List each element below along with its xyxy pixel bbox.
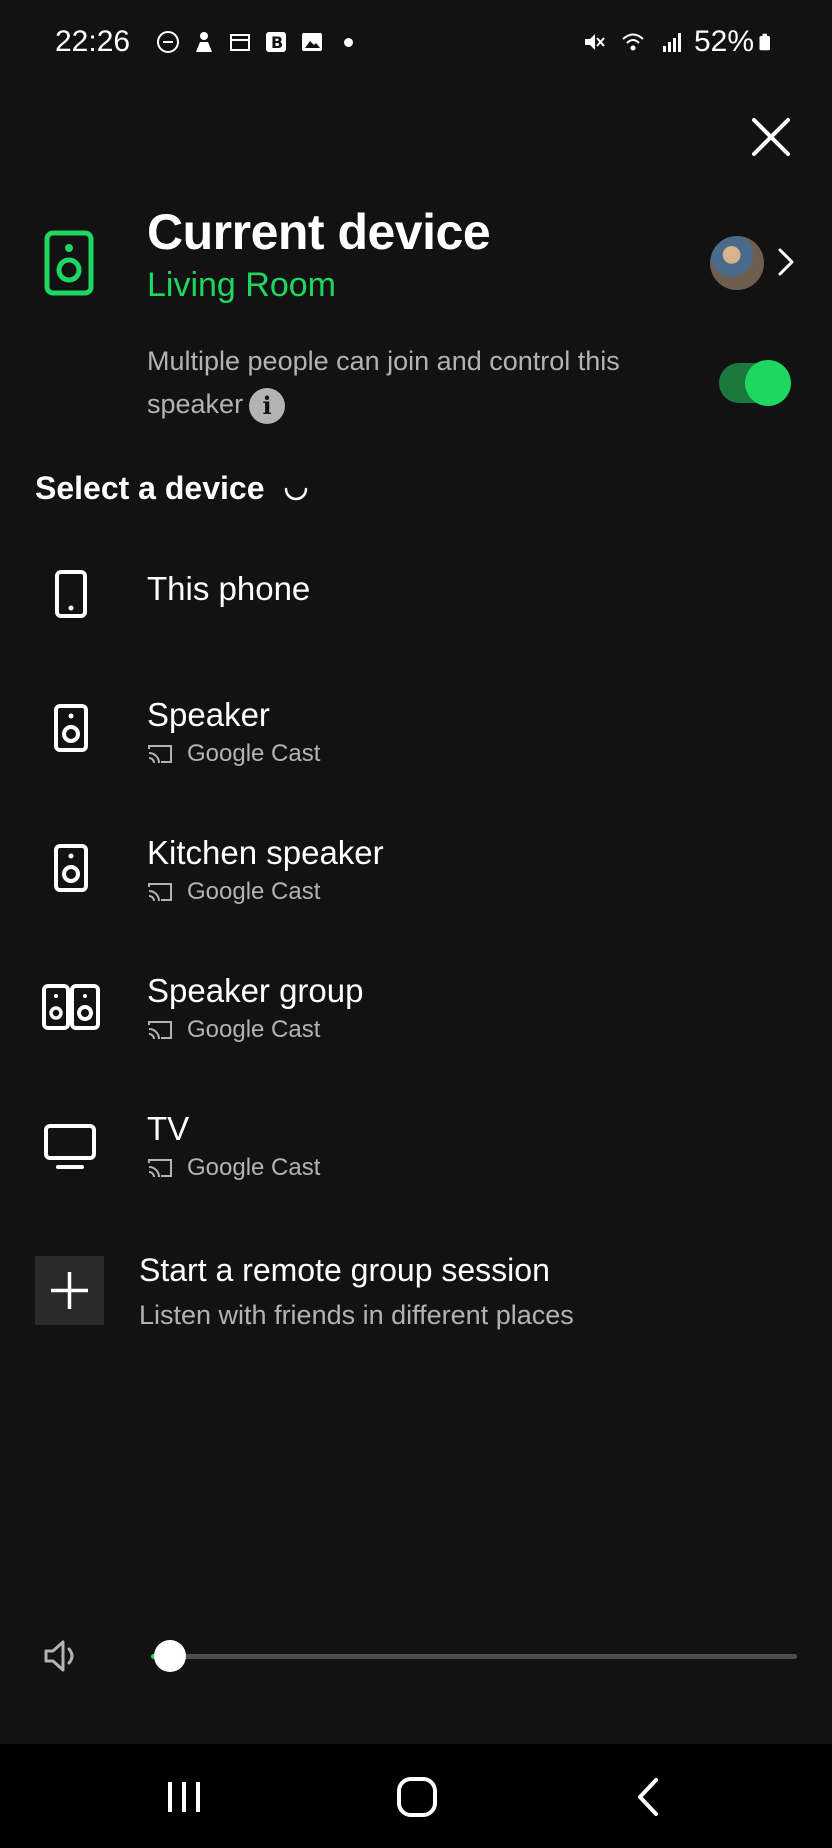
device-name: Speaker [147, 696, 270, 733]
signal-icon [662, 33, 681, 52]
cast-icon [148, 1159, 172, 1178]
speaker-group-icon [42, 984, 100, 1030]
device-connection: Google Cast [147, 740, 320, 768]
wifi-icon [622, 33, 644, 51]
loading-spinner-icon [285, 487, 308, 500]
device-name: This phone [147, 570, 311, 607]
phone-icon [55, 570, 87, 618]
status-right: 52% [570, 25, 776, 59]
back-icon[interactable] [626, 1774, 672, 1820]
remote-group-session-item[interactable]: Start a remote group session Listen with… [0, 1252, 832, 1342]
toggle-knob [745, 360, 791, 406]
select-device-label: Select a device [35, 470, 265, 506]
current-speaker-icon [44, 230, 94, 296]
info-icon[interactable]: i [249, 387, 286, 424]
battery-percentage: 52% [693, 25, 754, 58]
current-device-title: Current device [147, 204, 491, 260]
device-connection: Google Cast [147, 1154, 320, 1182]
device-name: Speaker group [147, 972, 364, 1009]
device-connection-label: Google Cast [187, 1016, 321, 1043]
remote-session-subtitle: Listen with friends in different places [139, 1300, 574, 1330]
cast-icon [148, 1021, 172, 1040]
tv-icon [44, 1124, 96, 1169]
device-item-tv[interactable]: TV Google Cast [0, 1110, 832, 1210]
device-item-speaker[interactable]: Speaker Google Cast [0, 696, 832, 796]
group-control-toggle[interactable] [719, 360, 791, 406]
close-icon[interactable] [746, 112, 796, 162]
chevron-right-icon[interactable] [774, 244, 798, 280]
device-item-kitchen-speaker[interactable]: Kitchen speaker Google Cast [0, 834, 832, 934]
add-session-button[interactable] [35, 1256, 104, 1325]
device-connection: Google Cast [147, 878, 320, 906]
system-nav-bar [0, 1744, 832, 1848]
mute-icon [584, 34, 605, 50]
gallery-icon [302, 33, 323, 51]
cast-icon [148, 745, 172, 764]
select-device-heading: Select a device [35, 470, 310, 507]
speaker-icon [54, 844, 88, 892]
device-item-this-phone[interactable]: This phone [0, 556, 832, 656]
device-connection-label: Google Cast [187, 1154, 321, 1181]
more-notifications-dot [344, 37, 354, 47]
status-left: 22:26 B [55, 25, 354, 59]
home-icon[interactable] [394, 1774, 440, 1820]
cast-icon [148, 883, 172, 902]
volume-knob[interactable] [154, 1640, 187, 1672]
app-b-icon: B [266, 32, 287, 52]
group-control-description: Multiple people can join and control thi… [147, 340, 667, 426]
current-device-name: Living Room [147, 266, 336, 304]
volume-slider[interactable] [151, 1640, 797, 1672]
speaker-icon [54, 704, 88, 752]
do-not-disturb-icon [157, 31, 180, 53]
plus-icon [51, 1272, 88, 1309]
device-name: TV [147, 1110, 190, 1147]
device-connection-label: Google Cast [187, 878, 321, 905]
notification-app-icon [196, 32, 213, 52]
device-item-speaker-group[interactable]: Speaker group Google Cast [0, 972, 832, 1072]
device-connection: Google Cast [147, 1016, 320, 1044]
device-connection-label: Google Cast [187, 740, 321, 767]
remote-session-title: Start a remote group session [139, 1252, 550, 1288]
avatar[interactable] [710, 236, 764, 290]
status-bar: 22:26 B 52% [0, 0, 832, 84]
volume-icon[interactable] [42, 1636, 82, 1676]
svg-text:B: B [271, 33, 283, 52]
group-control-text: Multiple people can join and control thi… [147, 346, 620, 419]
recent-apps-icon[interactable] [161, 1774, 207, 1820]
calendar-icon [230, 34, 251, 51]
device-name: Kitchen speaker [147, 834, 384, 871]
status-time: 22:26 [55, 25, 131, 58]
battery-icon [759, 33, 770, 51]
